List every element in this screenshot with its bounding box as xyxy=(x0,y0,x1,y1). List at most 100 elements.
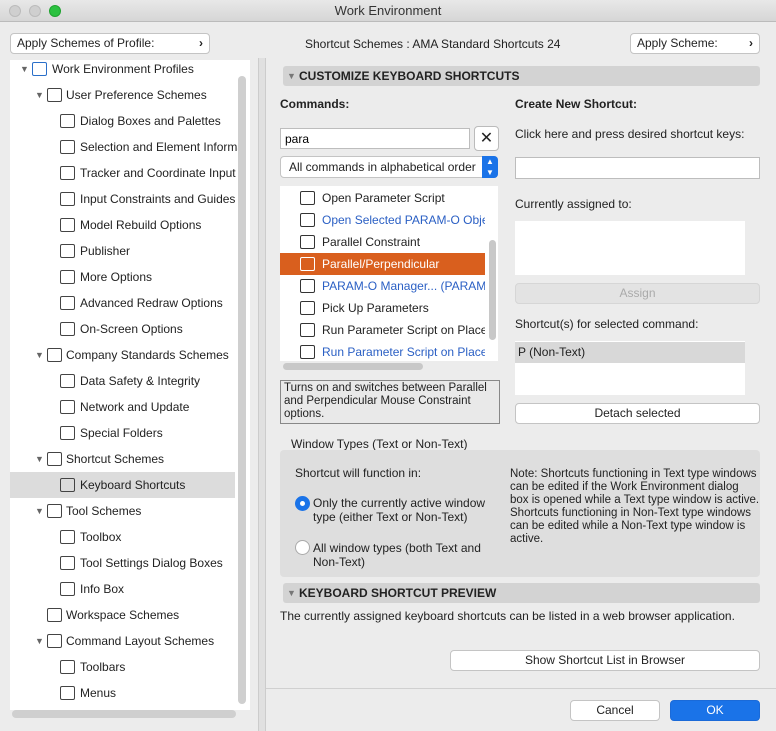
shortcut-item[interactable]: P (Non-Text) xyxy=(515,342,745,363)
cancel-button[interactable]: Cancel xyxy=(570,700,660,721)
tree-item[interactable]: Info Box xyxy=(10,576,235,602)
tree-item[interactable]: Special Folders xyxy=(10,420,235,446)
tree-item-label: Network and Update xyxy=(80,400,190,414)
tree-item[interactable]: Workspace Schemes xyxy=(10,602,235,628)
apply-schemes-of-profile-button[interactable]: Apply Schemes of Profile: › xyxy=(10,33,210,54)
command-label: PARAM-O Manager... (PARAM-O) xyxy=(322,279,485,293)
disclosure-triangle-icon[interactable]: ▼ xyxy=(35,498,44,524)
tree-item[interactable]: On-Screen Options xyxy=(10,316,235,342)
disclosure-triangle-icon: ▼ xyxy=(287,588,296,598)
command-row[interactable]: Open Selected PARAM-O Object xyxy=(280,209,485,231)
command-filter-dropdown[interactable]: All commands in alphabetical order ▲ ▼ xyxy=(280,156,498,178)
tree-item[interactable]: ▼ Command Layout Schemes xyxy=(10,628,235,654)
scheme-icon xyxy=(60,660,75,674)
command-list[interactable]: Open Parameter Script Open Selected PARAM… xyxy=(280,186,498,361)
command-list-vscroll[interactable] xyxy=(489,240,496,340)
command-row[interactable]: PARAM-O Manager... (PARAM-O) xyxy=(280,275,485,297)
chevron-right-icon: › xyxy=(199,36,203,50)
command-row[interactable]: Open Parameter Script xyxy=(280,187,485,209)
function-label: Shortcut will function in: xyxy=(295,466,422,480)
radio-all-window-types[interactable] xyxy=(295,540,310,555)
preview-section-header[interactable]: ▼ KEYBOARD SHORTCUT PREVIEW xyxy=(283,583,760,603)
tree-item[interactable]: Menus xyxy=(10,680,235,706)
tree-item-label: User Preference Schemes xyxy=(66,88,207,102)
tree-item-label: Model Rebuild Options xyxy=(80,218,202,232)
minimize-window-button[interactable] xyxy=(29,5,41,17)
scheme-icon xyxy=(60,192,75,206)
close-window-button[interactable] xyxy=(9,5,21,17)
disclosure-triangle-icon[interactable]: ▼ xyxy=(20,60,29,82)
command-icon xyxy=(300,235,315,249)
tree-item[interactable]: Input Constraints and Guides xyxy=(10,186,235,212)
command-icon xyxy=(300,301,315,315)
tree-item[interactable]: ▼ User Preference Schemes xyxy=(10,82,235,108)
tree-vertical-scrollbar[interactable] xyxy=(238,76,246,704)
scheme-icon xyxy=(47,88,62,102)
shortcut-capture-field[interactable] xyxy=(515,157,760,179)
option-active-window-label[interactable]: Only the currently active window type (e… xyxy=(313,496,493,524)
tree-item[interactable]: Model Rebuild Options xyxy=(10,212,235,238)
tree-item[interactable]: Selection and Element Informa xyxy=(10,134,244,160)
shortcuts-list[interactable]: P (Non-Text) xyxy=(515,341,745,395)
command-row[interactable]: Pick Up Parameters xyxy=(280,297,485,319)
tree-item[interactable]: More Options xyxy=(10,264,235,290)
tree-item-label: Work Environment Profiles xyxy=(52,62,194,76)
tree-item[interactable]: ▼ Shortcut Schemes xyxy=(10,446,235,472)
tree-item[interactable]: ▼ Tool Schemes xyxy=(10,498,235,524)
close-icon: ✕ xyxy=(479,130,494,147)
ok-button[interactable]: OK xyxy=(670,700,760,721)
tree-item[interactable]: Publisher xyxy=(10,238,235,264)
tree-horizontal-scrollbar[interactable] xyxy=(12,710,236,718)
command-row[interactable]: Run Parameter Script on Placed xyxy=(280,319,485,341)
preview-description: The currently assigned keyboard shortcut… xyxy=(280,609,735,623)
detach-selected-button[interactable]: Detach selected xyxy=(515,403,760,424)
tree-item[interactable]: Tracker and Coordinate Input xyxy=(10,160,236,186)
command-search-input[interactable] xyxy=(280,128,470,149)
scheme-icon xyxy=(47,634,62,648)
command-label: Parallel/Perpendicular xyxy=(322,257,440,271)
customize-section-header[interactable]: ▼ CUSTOMIZE KEYBOARD SHORTCUTS xyxy=(283,66,760,86)
disclosure-triangle-icon[interactable]: ▼ xyxy=(35,628,44,654)
radio-active-window-type[interactable] xyxy=(295,496,310,511)
option-all-windows-label[interactable]: All window types (both Text and Non-Text… xyxy=(313,541,493,569)
tree-item-label: Workspace Schemes xyxy=(66,608,180,622)
scheme-icon xyxy=(60,582,75,596)
scheme-icon xyxy=(60,686,75,700)
clear-search-button[interactable]: ✕ xyxy=(474,126,499,151)
tree-item-label: More Options xyxy=(80,270,153,284)
tree-item[interactable]: Network and Update xyxy=(10,394,235,420)
tree-item[interactable]: Tool Settings Dialog Boxes xyxy=(10,550,235,576)
tree-item[interactable]: Data Safety & Integrity xyxy=(10,368,235,394)
disclosure-triangle-icon[interactable]: ▼ xyxy=(35,446,44,472)
pane-splitter[interactable] xyxy=(258,58,266,731)
tree-item-label: Special Folders xyxy=(80,426,163,440)
show-shortcut-list-button[interactable]: Show Shortcut List in Browser xyxy=(450,650,760,671)
window-types-panel: Shortcut will function in: Only the curr… xyxy=(280,450,760,577)
apply-scheme-button[interactable]: Apply Scheme: › xyxy=(630,33,760,54)
disclosure-triangle-icon[interactable]: ▼ xyxy=(35,82,44,108)
preview-header-label: KEYBOARD SHORTCUT PREVIEW xyxy=(299,586,497,600)
tree-item[interactable]: Toolbars xyxy=(10,654,235,680)
scheme-tree[interactable]: ▼ Work Environment Profiles ▼ User Preferen… xyxy=(10,60,250,710)
scheme-icon xyxy=(60,244,75,258)
tree-item[interactable]: ▼ Work Environment Profiles xyxy=(10,60,235,82)
tree-item[interactable]: ▼ Company Standards Schemes xyxy=(10,342,235,368)
command-row[interactable]: Parallel Constraint xyxy=(280,231,485,253)
tree-item[interactable]: Dialog Boxes and Palettes xyxy=(10,108,235,134)
commands-label: Commands: xyxy=(280,97,350,111)
tree-item-label: Input Constraints and Guides xyxy=(80,192,236,206)
window-title: Work Environment xyxy=(334,3,442,18)
tree-item[interactable]: Toolbox xyxy=(10,524,235,550)
command-row[interactable]: Run Parameter Script on Placed xyxy=(280,341,485,361)
tree-item[interactable]: Keyboard Shortcuts xyxy=(10,472,235,498)
command-row[interactable]: Parallel/Perpendicular xyxy=(280,253,485,275)
disclosure-triangle-icon[interactable]: ▼ xyxy=(35,342,44,368)
tree-item-label: Tool Settings Dialog Boxes xyxy=(80,556,223,570)
tree-item[interactable]: Advanced Redraw Options xyxy=(10,290,235,316)
tree-item-label: Tool Schemes xyxy=(66,504,142,518)
tree-item-label: Command Layout Schemes xyxy=(66,634,215,648)
assign-button[interactable]: Assign xyxy=(515,283,760,304)
command-list-hscroll[interactable] xyxy=(283,363,423,370)
zoom-window-button[interactable] xyxy=(49,5,61,17)
scheme-icon xyxy=(60,322,75,336)
